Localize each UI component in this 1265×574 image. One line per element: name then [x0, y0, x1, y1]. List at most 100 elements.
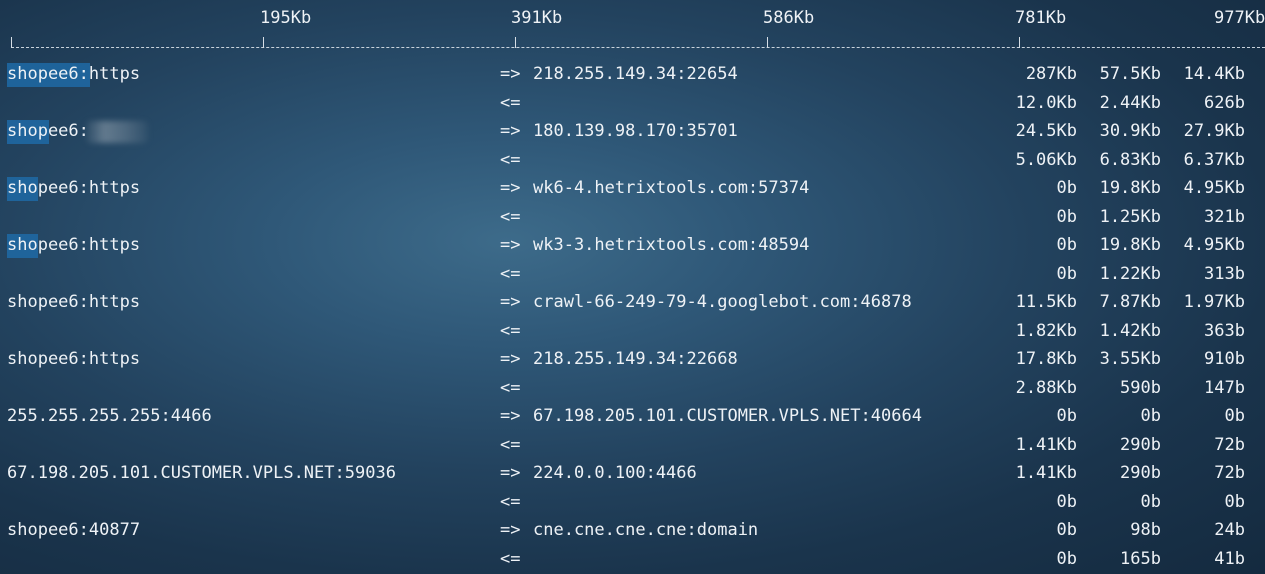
connection-row-in[interactable]: <= 5.06Kb 6.83Kb 6.37Kb — [0, 146, 1265, 175]
outbound-arrow: => — [500, 178, 521, 198]
source-host: shopee6:https — [7, 349, 141, 369]
rate-2s: 17.8Kb — [1015, 349, 1077, 369]
connection-row-in[interactable]: <= 2.88Kb 590b 147b — [0, 374, 1265, 403]
destination-host: wk3-3.hetrixtools.com:48594 — [533, 235, 810, 255]
source-host: 255.255.255.255:4466 — [7, 406, 212, 426]
destination-host: 180.139.98.170:35701 — [533, 121, 738, 141]
connection-list: shopee6:https => 218.255.149.34:22654 28… — [0, 60, 1265, 573]
outbound-arrow: => — [500, 292, 521, 312]
source-host: 67.198.205.101.CUSTOMER.VPLS.NET:59036 — [7, 463, 396, 483]
scale-label: 391Kb — [511, 8, 563, 28]
rate-2s: 5.06Kb — [1015, 149, 1077, 170]
rate-10s: 30.9Kb — [1099, 121, 1161, 141]
connection-row-out[interactable]: shopee6:https => wk3-3.hetrixtools.com:4… — [0, 231, 1265, 260]
rate-10s: 3.55Kb — [1099, 349, 1161, 369]
rate-40s: 626b — [1204, 92, 1245, 113]
inbound-arrow: <= — [500, 320, 521, 341]
rate-40s: 363b — [1204, 320, 1245, 341]
rate-40s: 41b — [1214, 548, 1245, 569]
outbound-arrow: => — [500, 64, 521, 84]
scale-label: 781Kb — [1015, 8, 1067, 28]
connection-row-in[interactable]: <= 1.82Kb 1.42Kb 363b — [0, 317, 1265, 346]
connection-row-in[interactable]: <= 12.0Kb 2.44Kb 626b — [0, 89, 1265, 118]
connection-row-in[interactable]: <= 1.41Kb 290b 72b — [0, 431, 1265, 460]
outbound-arrow: => — [500, 349, 521, 369]
outbound-arrow: => — [500, 520, 521, 540]
rate-10s: 7.87Kb — [1099, 292, 1161, 312]
connection-row-in[interactable]: <= 0b 1.25Kb 321b — [0, 203, 1265, 232]
rate-2s: 0b — [1056, 548, 1077, 569]
source-host: shopee6:40877 — [7, 520, 141, 540]
destination-host: cne.cne.cne.cne:domain — [533, 520, 759, 540]
rate-40s: 27.9Kb — [1183, 121, 1245, 141]
rate-2s: 0b — [1056, 520, 1077, 540]
destination-host: crawl-66-249-79-4.googlebot.com:46878 — [533, 292, 912, 312]
ruler-tick — [1019, 37, 1020, 48]
rate-2s: 1.41Kb — [1015, 434, 1077, 455]
outbound-arrow: => — [500, 121, 521, 141]
rate-10s: 165b — [1120, 548, 1161, 569]
rate-2s: 1.82Kb — [1015, 320, 1077, 341]
rate-10s: 0b — [1140, 491, 1161, 512]
rate-40s: 72b — [1214, 463, 1245, 483]
inbound-arrow: <= — [500, 491, 521, 512]
inbound-arrow: <= — [500, 548, 521, 569]
connection-row-out[interactable]: shopee6: => 180.139.98.170:35701 24.5Kb … — [0, 117, 1265, 146]
rate-2s: 0b — [1056, 235, 1077, 255]
destination-host: 218.255.149.34:22668 — [533, 349, 738, 369]
connection-row-out[interactable]: shopee6:https => crawl-66-249-79-4.googl… — [0, 288, 1265, 317]
destination-host: 224.0.0.100:4466 — [533, 463, 697, 483]
connection-row-in[interactable]: <= 0b 0b 0b — [0, 488, 1265, 517]
outbound-arrow: => — [500, 406, 521, 426]
connection-row-out[interactable]: 67.198.205.101.CUSTOMER.VPLS.NET:59036 =… — [0, 459, 1265, 488]
destination-host: wk6-4.hetrixtools.com:57374 — [533, 178, 810, 198]
rate-10s: 290b — [1120, 463, 1161, 483]
rate-10s: 1.42Kb — [1099, 320, 1161, 341]
scale-label: 977Kb — [1214, 8, 1265, 28]
iftop-terminal[interactable]: 195Kb 391Kb 586Kb 781Kb 977Kb shopee6:ht… — [0, 0, 1265, 574]
inbound-arrow: <= — [500, 377, 521, 398]
rate-2s: 0b — [1056, 406, 1077, 426]
rate-10s: 1.25Kb — [1099, 206, 1161, 227]
rate-2s: 0b — [1056, 206, 1077, 227]
destination-host: 218.255.149.34:22654 — [533, 64, 738, 84]
source-host: shopee6:https — [7, 178, 141, 198]
destination-host: 67.198.205.101.CUSTOMER.VPLS.NET:40664 — [533, 406, 922, 426]
ruler-tick — [515, 37, 516, 48]
rate-40s: 0b — [1224, 406, 1245, 426]
rate-10s: 590b — [1120, 377, 1161, 398]
redacted-blur — [86, 121, 148, 143]
rate-40s: 4.95Kb — [1183, 178, 1245, 198]
source-host: shopee6:https — [7, 64, 141, 84]
rate-10s: 19.8Kb — [1099, 178, 1161, 198]
connection-row-in[interactable]: <= 0b 1.22Kb 313b — [0, 260, 1265, 289]
rate-40s: 4.95Kb — [1183, 235, 1245, 255]
outbound-arrow: => — [500, 235, 521, 255]
inbound-arrow: <= — [500, 434, 521, 455]
rate-2s: 0b — [1056, 263, 1077, 284]
rate-40s: 910b — [1204, 349, 1245, 369]
connection-row-out[interactable]: shopee6:https => 218.255.149.34:22668 17… — [0, 345, 1265, 374]
rate-2s: 24.5Kb — [1015, 121, 1077, 141]
connection-row-out[interactable]: 255.255.255.255:4466 => 67.198.205.101.C… — [0, 402, 1265, 431]
connection-row-out[interactable]: shopee6:https => wk6-4.hetrixtools.com:5… — [0, 174, 1265, 203]
bandwidth-scale: 195Kb 391Kb 586Kb 781Kb 977Kb — [0, 4, 1265, 32]
rate-40s: 313b — [1204, 263, 1245, 284]
rate-40s: 72b — [1214, 434, 1245, 455]
rate-2s: 12.0Kb — [1015, 92, 1077, 113]
rate-2s: 0b — [1056, 178, 1077, 198]
source-host: shopee6: — [7, 121, 89, 141]
source-host: shopee6:https — [7, 235, 141, 255]
scale-label: 195Kb — [260, 8, 312, 28]
inbound-arrow: <= — [500, 263, 521, 284]
connection-row-in[interactable]: <= 0b 165b 41b — [0, 545, 1265, 574]
ruler-line — [11, 47, 1265, 48]
connection-row-out[interactable]: shopee6:https => 218.255.149.34:22654 28… — [0, 60, 1265, 89]
connection-row-out[interactable]: shopee6:40877 => cne.cne.cne.cne:domain … — [0, 516, 1265, 545]
rate-40s: 6.37Kb — [1183, 149, 1245, 170]
rate-40s: 1.97Kb — [1183, 292, 1245, 312]
rate-40s: 0b — [1224, 491, 1245, 512]
rate-2s: 0b — [1056, 491, 1077, 512]
inbound-arrow: <= — [500, 206, 521, 227]
inbound-arrow: <= — [500, 149, 521, 170]
